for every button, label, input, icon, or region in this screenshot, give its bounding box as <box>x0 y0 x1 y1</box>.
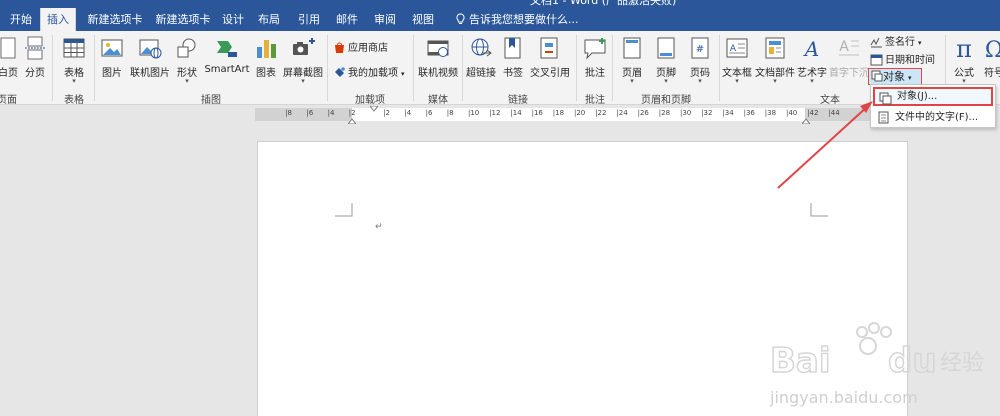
baidu-watermark: Bai du 经验 jingyan.baidu.com <box>769 322 1000 412</box>
watermark-url: jingyan.baidu.com <box>770 388 918 407</box>
svg-text:du: du <box>888 341 937 381</box>
svg-text:Bai: Bai <box>770 341 831 381</box>
svg-text:经验: 经验 <box>940 351 984 376</box>
